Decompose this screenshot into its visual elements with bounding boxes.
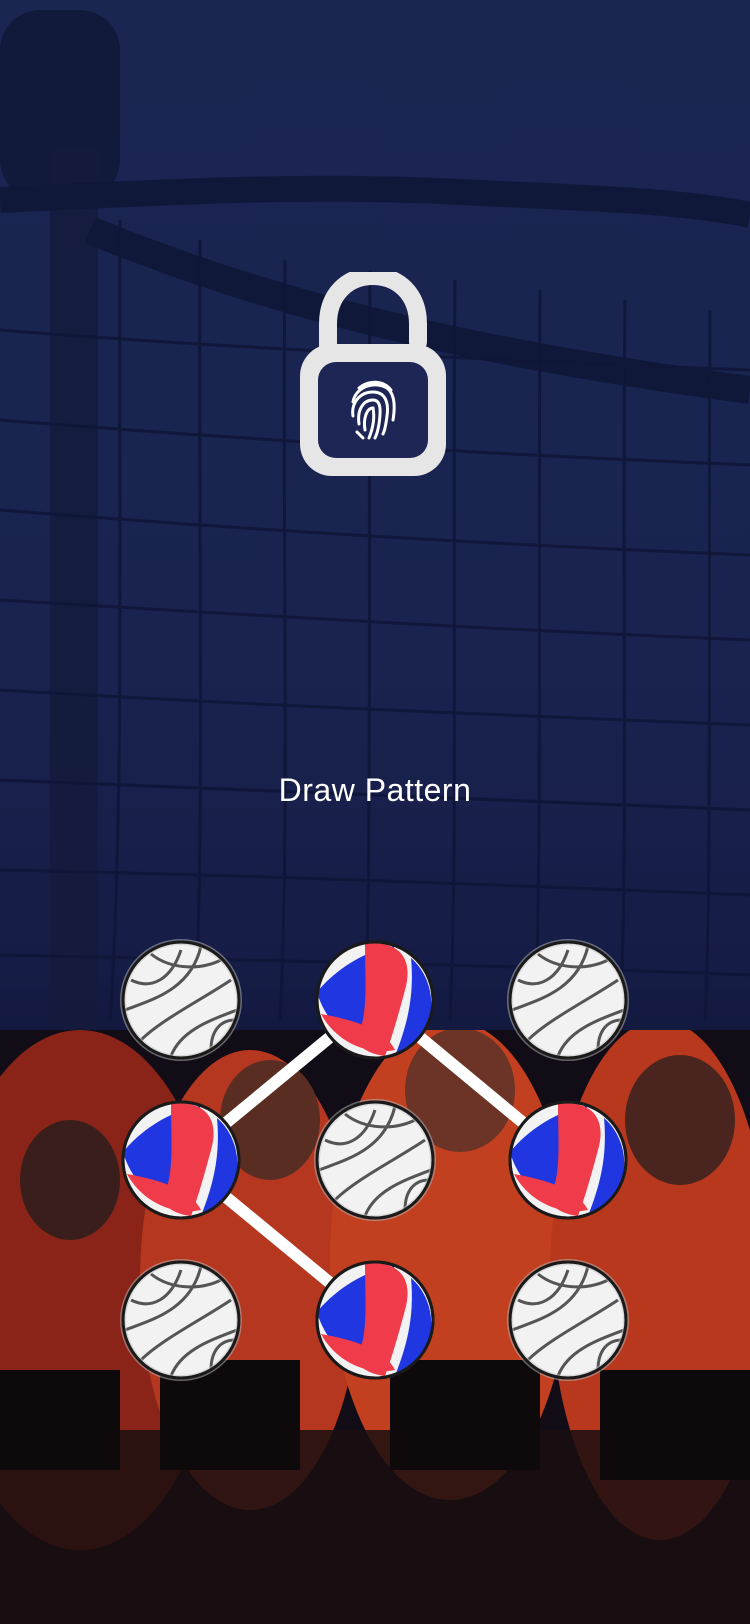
pattern-node-selected[interactable] [315,1260,435,1380]
pattern-node[interactable] [314,1099,436,1221]
pattern-node-selected[interactable] [315,940,435,1060]
pattern-node[interactable] [120,939,242,1061]
pattern-node-selected[interactable] [121,1100,241,1220]
pattern-node[interactable] [507,1259,629,1381]
pattern-lock-grid[interactable] [0,0,750,1624]
pattern-node[interactable] [120,1259,242,1381]
pattern-node-selected[interactable] [508,1100,628,1220]
pattern-node[interactable] [507,939,629,1061]
lock-screen: Draw Pattern [0,0,750,1624]
